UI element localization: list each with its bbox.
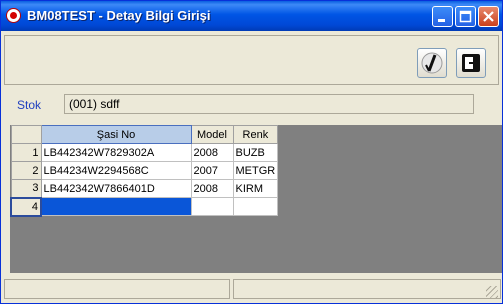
status-bar	[4, 277, 501, 301]
check-icon	[421, 52, 443, 74]
detail-grid[interactable]: Şasi No Model Renk 1 LB442342W7829302A 2…	[10, 125, 502, 273]
close-button[interactable]	[478, 6, 499, 27]
table-row-new[interactable]: 4	[10, 196, 279, 217]
grid-header-row: Şasi No Model Renk	[10, 125, 279, 144]
app-icon[interactable]	[6, 8, 21, 23]
cell-model[interactable]: 2008	[190, 143, 234, 162]
main-window: BM08TEST - Detay Bilgi Girişi Stok (001)…	[0, 0, 503, 304]
status-panel-right	[233, 279, 501, 299]
maximize-icon	[459, 10, 472, 23]
stok-label: Stok	[17, 98, 42, 112]
cell-renk[interactable]: BUZB	[232, 143, 279, 162]
maximize-button[interactable]	[455, 6, 476, 27]
cell-model[interactable]: 2007	[190, 161, 234, 180]
cell-sasi-no[interactable]: LB442342W7829302A	[40, 143, 192, 162]
minimize-button[interactable]	[432, 6, 453, 27]
status-panel-left	[4, 279, 230, 299]
cell-sasi-no[interactable]: LB44234W2294568C	[40, 161, 192, 180]
resize-grip-icon[interactable]	[486, 286, 498, 298]
cell-renk[interactable]: METGR	[232, 161, 279, 180]
row-number[interactable]: 2	[10, 161, 42, 180]
title-bar[interactable]: BM08TEST - Detay Bilgi Girişi	[1, 1, 502, 31]
cell-sasi-no[interactable]: LB442342W7866401D	[40, 179, 192, 198]
cell-sasi-no-selected[interactable]	[40, 197, 192, 216]
row-number[interactable]: 3	[10, 179, 42, 198]
exit-icon	[462, 54, 480, 72]
table-row[interactable]: 3 LB442342W7866401D 2008 KIRM	[10, 179, 279, 198]
row-number[interactable]: 4	[10, 196, 42, 217]
cell-model[interactable]	[190, 197, 234, 216]
table-row[interactable]: 2 LB44234W2294568C 2007 METGR	[10, 161, 279, 180]
column-header-renk[interactable]: Renk	[232, 125, 279, 144]
close-icon	[483, 11, 494, 22]
exit-button[interactable]	[456, 48, 486, 78]
minimize-icon	[438, 19, 445, 22]
cell-renk[interactable]	[232, 197, 279, 216]
cell-renk[interactable]: KIRM	[232, 179, 279, 198]
cell-model[interactable]: 2008	[190, 179, 234, 198]
stok-field[interactable]: (001) sdff	[64, 94, 474, 114]
column-header-sasi-no[interactable]: Şasi No	[40, 125, 192, 144]
row-number[interactable]: 1	[10, 143, 42, 162]
confirm-button[interactable]	[417, 48, 447, 78]
column-header-model[interactable]: Model	[190, 125, 234, 144]
grid-corner-cell	[10, 125, 42, 144]
window-title: BM08TEST - Detay Bilgi Girişi	[27, 8, 211, 23]
table-row[interactable]: 1 LB442342W7829302A 2008 BUZB	[10, 143, 279, 162]
